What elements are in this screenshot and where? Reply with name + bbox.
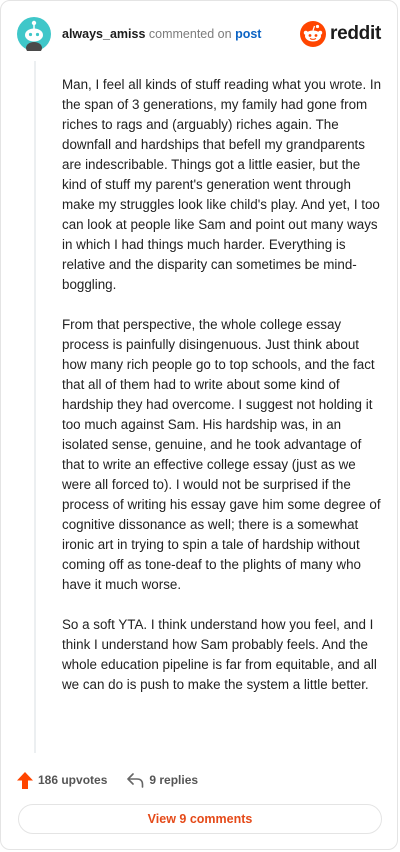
reddit-snoo-icon bbox=[300, 21, 327, 47]
comment-paragraph: Man, I feel all kinds of stuff reading w… bbox=[62, 77, 382, 292]
username-link[interactable]: always_amiss bbox=[62, 27, 145, 41]
thread-line bbox=[34, 61, 36, 753]
comment-paragraph: So a soft YTA. I think understand how yo… bbox=[62, 617, 377, 692]
reply-arrow-icon bbox=[127, 772, 144, 788]
reply-count: 9 replies bbox=[149, 773, 199, 787]
byline-action-text: commented on bbox=[148, 27, 232, 41]
comment-actions: 186 upvotes 9 replies bbox=[17, 769, 218, 791]
upvote-arrow-icon bbox=[17, 771, 33, 789]
upvote-count: 186 upvotes bbox=[38, 773, 108, 787]
comment-paragraph: From that perspective, the whole college… bbox=[62, 317, 381, 592]
comment-header: always_amiss commented on post reddit bbox=[17, 17, 381, 53]
avatar[interactable] bbox=[17, 17, 51, 51]
reddit-wordmark: reddit bbox=[330, 23, 381, 44]
reddit-logo[interactable]: reddit bbox=[300, 21, 381, 47]
upvote-button[interactable]: 186 upvotes bbox=[17, 771, 108, 789]
post-link[interactable]: post bbox=[235, 27, 261, 41]
comment-card: always_amiss commented on post reddit Ma… bbox=[0, 0, 398, 850]
view-comments-label: View 9 comments bbox=[147, 812, 253, 826]
comment-byline: always_amiss commented on post bbox=[62, 27, 261, 41]
view-comments-button[interactable]: View 9 comments bbox=[18, 804, 382, 834]
comment-body: Man, I feel all kinds of stuff reading w… bbox=[62, 75, 382, 715]
replies-button[interactable]: 9 replies bbox=[127, 772, 199, 788]
